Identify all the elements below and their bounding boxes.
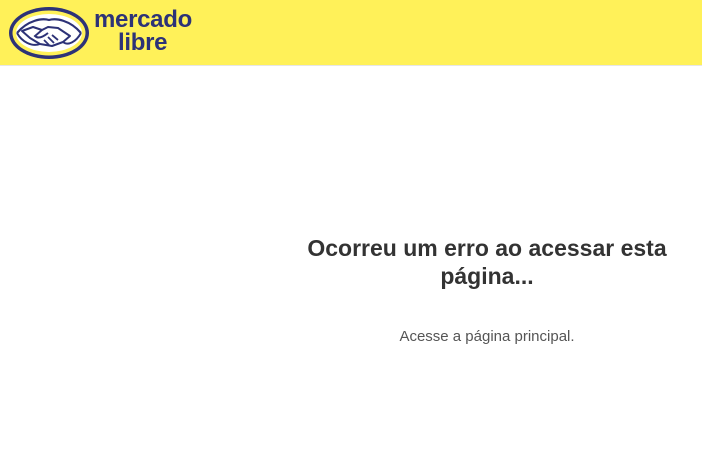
- brand-line-1: mercado: [94, 6, 192, 33]
- handshake-icon: [9, 7, 89, 59]
- brand-line-2: libre: [118, 29, 168, 56]
- error-title: Ocorreu um erro ao acessar esta página..…: [307, 235, 667, 289]
- home-page-link[interactable]: Acesse a página principal.: [399, 328, 574, 345]
- logo-link[interactable]: mercado libre: [8, 6, 213, 60]
- error-content: Ocorreu um erro ao acessar esta página..…: [272, 234, 702, 346]
- site-header: mercado libre: [0, 0, 702, 66]
- brand-wordmark: mercado libre: [94, 8, 214, 58]
